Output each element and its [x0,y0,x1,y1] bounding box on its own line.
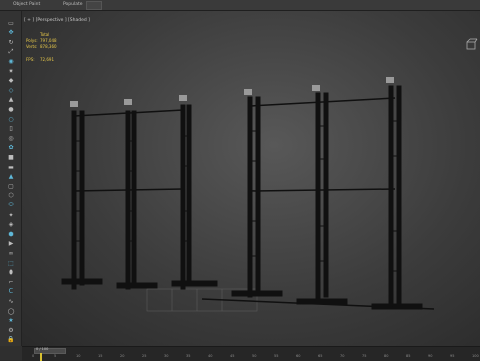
timeline-tick-label: 15 [98,354,103,358]
top-toolbar: Object Paint Populate [0,0,480,11]
hose-icon[interactable]: ∿ [7,297,15,305]
timeline-tick-label: 20 [120,354,125,358]
star-icon[interactable]: ★ [7,317,15,325]
oiltank-icon[interactable]: ⬮ [7,269,15,277]
frame-readout: 0 / 100 [36,347,49,351]
timeline[interactable]: 0 / 100 0 5 10 15 20 25 30 35 40 45 50 55 60 65 70 75 80… [22,346,480,361]
gengon-icon[interactable]: ⬢ [7,230,15,238]
hedra-icon[interactable]: ✦ [7,211,15,219]
populate-dropdown[interactable] [86,1,102,10]
scaffold-frame-model[interactable] [22,11,480,346]
timeline-tick-label: 5 [54,354,57,358]
timeline-tick-label: 25 [142,354,147,358]
timeline-tick-label: 50 [252,354,257,358]
timeline-tick-label: 45 [230,354,235,358]
move-icon[interactable]: ✥ [7,29,15,37]
capsule-icon[interactable]: ⬭ [7,201,15,209]
cylinder-icon[interactable]: ▯ [7,125,15,133]
torus-icon[interactable]: ◎ [7,134,15,142]
timeline-tick-label: 70 [340,354,345,358]
sphere-icon[interactable]: ○ [7,115,15,123]
settings-icon[interactable]: ⚙ [7,326,15,334]
light-icon[interactable]: ✷ [7,67,15,75]
left-frame-group [61,104,218,290]
rotate-icon[interactable]: ↻ [7,38,15,46]
spindle-icon[interactable]: ◈ [7,221,15,229]
timeline-tick-label: 75 [362,354,367,358]
ring-icon[interactable]: ◯ [7,307,15,315]
perspective-viewport[interactable]: [ + ] [Perspective ] [Shaded ] Total Pol… [22,11,480,346]
timeline-corner [0,346,22,360]
timeline-tick-label: 100 [472,354,479,358]
camera-icon[interactable]: ◉ [7,57,15,65]
tube-icon[interactable]: ▢ [7,182,15,190]
torusknot-icon[interactable]: ∞ [7,249,15,257]
scale-icon[interactable]: ⤢ [7,48,15,56]
tab-populate[interactable]: Populate [60,1,86,8]
timeline-tick-label: 55 [274,354,279,358]
system-icon[interactable]: ▲ [7,96,15,104]
plane-icon[interactable]: ▬ [7,163,15,171]
cone-icon[interactable]: ● [7,105,15,113]
timeline-tick-label: 80 [384,354,389,358]
timeline-tick-label: 35 [186,354,191,358]
timeline-tick-label: 95 [450,354,455,358]
timeline-tick-label: 85 [406,354,411,358]
left-clamp-heads [70,95,187,107]
timeline-tick-label: 60 [296,354,301,358]
timeline-tick-label: 40 [208,354,213,358]
timeline-tick-label: 0 [32,354,35,358]
right-frame-group [201,85,435,310]
timeline-tick-label: 10 [76,354,81,358]
spacewarp-icon[interactable]: ◇ [7,86,15,94]
timeline-tick-label: 90 [428,354,433,358]
helper-icon[interactable]: ◆ [7,77,15,85]
pyramid-icon[interactable]: ▲ [7,173,15,181]
right-clamp-heads [244,77,394,95]
box-icon[interactable]: ■ [7,153,15,161]
geosphere-icon[interactable]: ⬡ [7,192,15,200]
timeline-tick-label: 30 [164,354,169,358]
lock-icon[interactable]: 🔒 [7,336,15,344]
prism-icon[interactable]: ▶ [7,240,15,248]
timeline-tick-label: 65 [318,354,323,358]
tab-object-paint[interactable]: Object Paint [10,1,43,8]
chamfer-icon[interactable]: ⬚ [7,259,15,267]
command-sidebar: ▭ ✥ ↻ ⤢ ◉ ✷ ◆ ◇ ▲ ● ○ ▯ ◎ ✿ ■ ▬ ▲ ▢ ⬡ ⬭ ✦ ◈ ⬢ ▶ ∞ ⬚ ⬮ ⌐ ᑕ ∿ ◯ ★ ⚙ 🔒 [0,11,22,346]
teapot-icon[interactable]: ✿ [7,144,15,152]
lshape-icon[interactable]: ⌐ [7,278,15,286]
select-icon[interactable]: ▭ [7,19,15,27]
cshape-icon[interactable]: ᑕ [7,288,15,296]
